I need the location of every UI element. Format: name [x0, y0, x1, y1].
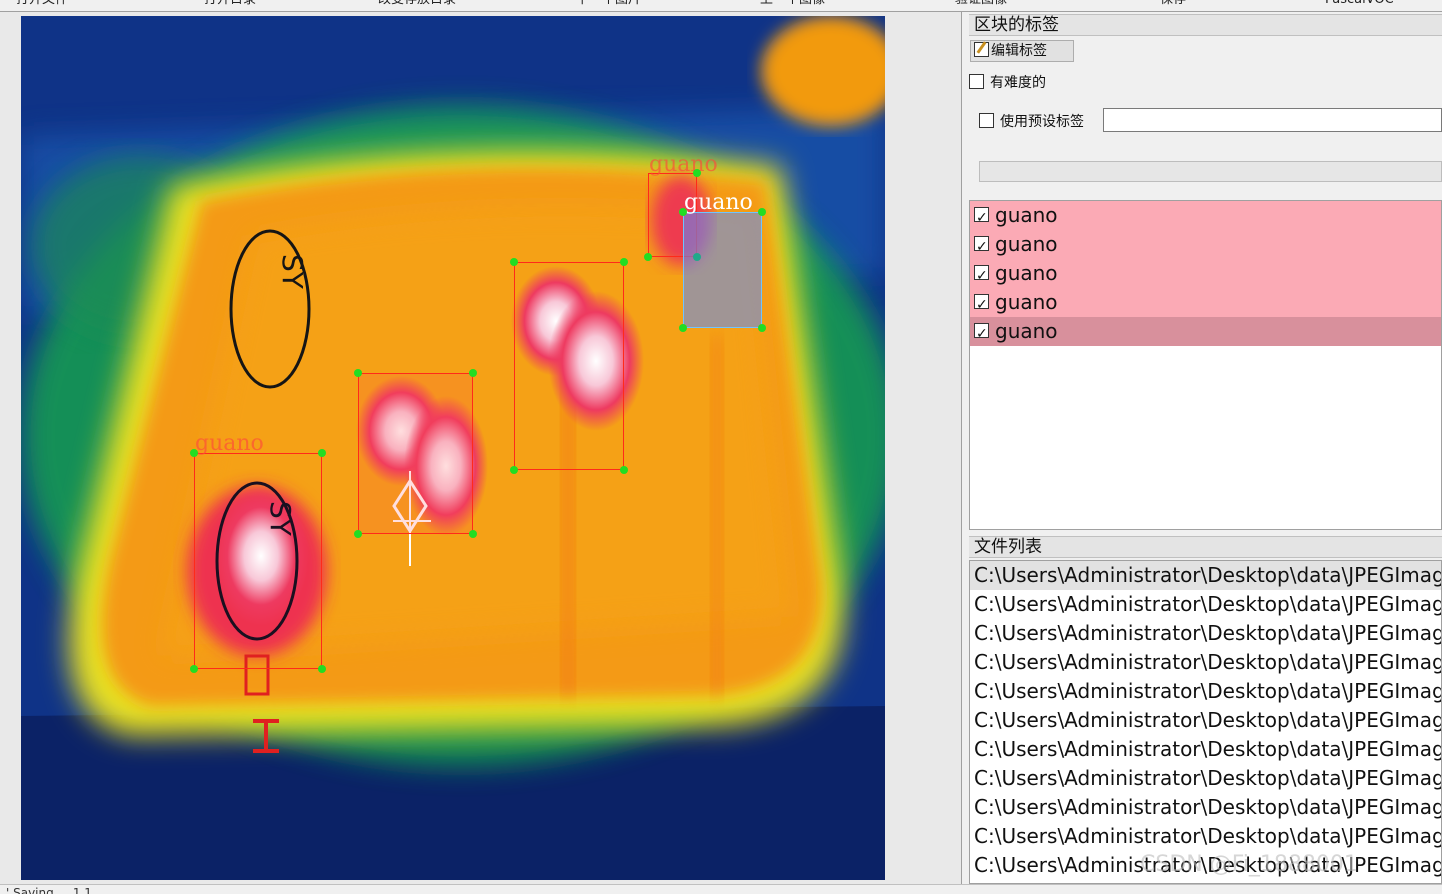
bbox-handle[interactable] [190, 449, 198, 457]
bbox-handle[interactable] [318, 449, 326, 457]
label-name: guano [995, 203, 1058, 227]
svg-text:SY: SY [276, 254, 309, 290]
change-save-dir-button[interactable]: 改变存放目录 [378, 0, 456, 10]
bbox-label: guano [195, 431, 264, 456]
bbox-handle[interactable] [693, 169, 701, 177]
file-list-item[interactable]: C:\Users\Administrator\Desktop\data\JPEG… [970, 793, 1441, 822]
bbox-handle[interactable] [679, 208, 687, 216]
file-list-item[interactable]: C:\Users\Administrator\Desktop\data\JPEG… [970, 590, 1441, 619]
bbox-center [693, 253, 701, 261]
verify-image-button[interactable]: 验证图像 [955, 0, 1007, 10]
difficult-checkbox[interactable] [969, 74, 984, 89]
label-list-item[interactable]: guano [970, 230, 1441, 262]
label-checkbox[interactable] [974, 320, 989, 349]
toolbar: 打开文件 打开目录 改变存放目录 下一个图片 上一个图像 验证图像 保存 Pas… [0, 0, 1442, 12]
edit-label-text: 编辑标签 [991, 43, 1047, 59]
right-panel: 区块的标签 编辑标签 有难度的 使用预设标签 guano guano guano… [965, 12, 1442, 884]
bbox-handle[interactable] [679, 324, 687, 332]
difficult-checkbox-row[interactable]: 有难度的 [969, 72, 1046, 92]
use-default-label-checkbox[interactable] [979, 113, 994, 128]
label-list-item[interactable]: guano [970, 259, 1441, 291]
bbox-handle[interactable] [620, 466, 628, 474]
bbox-handle[interactable] [758, 324, 766, 332]
bbox-label: guano [649, 152, 718, 177]
bbox-handle[interactable] [190, 665, 198, 673]
bbox-label: guano [684, 190, 753, 215]
label-list-item-selected[interactable]: guano [970, 317, 1441, 349]
status-bar: ' Saving ... 1 1 . [0, 884, 1442, 894]
bbox-handle[interactable] [469, 369, 477, 377]
file-list-item[interactable]: C:\Users\Administrator\Desktop\data\JPEG… [970, 561, 1441, 590]
bbox-guano[interactable] [194, 453, 322, 669]
prev-image-button[interactable]: 上一个图像 [760, 0, 825, 10]
file-list[interactable]: C:\Users\Administrator\Desktop\data\JPEG… [969, 560, 1442, 884]
bbox-handle[interactable] [510, 258, 518, 266]
file-list-item[interactable]: C:\Users\Administrator\Desktop\data\JPEG… [970, 648, 1441, 677]
file-list-item[interactable]: C:\Users\Administrator\Desktop\data\JPEG… [970, 677, 1441, 706]
bbox-handle[interactable] [469, 530, 477, 538]
thermal-image[interactable]: SY SY guano guano guano [21, 16, 885, 880]
label-name: guano [995, 290, 1058, 314]
bbox-handle[interactable] [758, 208, 766, 216]
open-file-button[interactable]: 打开文件 [16, 0, 68, 10]
label-list[interactable]: guano guano guano guano guano [969, 200, 1442, 530]
file-list-item[interactable]: C:\Users\Administrator\Desktop\data\JPEG… [970, 619, 1441, 648]
watermark: CSDN @Fi_1888001 [1140, 852, 1358, 877]
label-combo[interactable] [979, 161, 1442, 182]
bbox-handle[interactable] [620, 258, 628, 266]
label-name: guano [995, 319, 1058, 343]
label-checkbox[interactable] [974, 291, 989, 320]
status-text: ' Saving ... 1 1 . [6, 886, 100, 894]
file-list-item[interactable]: C:\Users\Administrator\Desktop\data\JPEG… [970, 735, 1441, 764]
file-list-title: 文件列表 [969, 536, 1442, 558]
bbox-handle[interactable] [510, 466, 518, 474]
box-labels-title: 区块的标签 [969, 14, 1442, 36]
bbox-guano[interactable] [514, 262, 624, 470]
bbox-guano[interactable] [358, 373, 473, 534]
format-button[interactable]: PascalVOC [1325, 0, 1394, 10]
edit-label-button[interactable]: 编辑标签 [970, 40, 1074, 62]
bbox-guano-selected[interactable] [683, 212, 762, 328]
file-list-item[interactable]: C:\Users\Administrator\Desktop\data\JPEG… [970, 764, 1441, 793]
label-list-item[interactable]: guano [970, 201, 1441, 233]
canvas-area[interactable]: SY SY guano guano guano [0, 12, 962, 884]
label-checkbox[interactable] [974, 233, 989, 262]
bbox-handle[interactable] [318, 665, 326, 673]
label-name: guano [995, 261, 1058, 285]
bbox-handle[interactable] [354, 530, 362, 538]
open-dir-button[interactable]: 打开目录 [204, 0, 256, 10]
use-default-label-text: 使用预设标签 [1000, 114, 1084, 130]
bbox-handle[interactable] [644, 253, 652, 261]
difficult-label: 有难度的 [990, 75, 1046, 91]
use-default-label-row[interactable]: 使用预设标签 [979, 111, 1084, 131]
file-list-item[interactable]: C:\Users\Administrator\Desktop\data\JPEG… [970, 822, 1441, 851]
bbox-handle[interactable] [354, 369, 362, 377]
default-label-input[interactable] [1103, 108, 1442, 132]
label-list-item[interactable]: guano [970, 288, 1441, 320]
label-checkbox[interactable] [974, 262, 989, 291]
save-button[interactable]: 保存 [1160, 0, 1186, 10]
file-list-item[interactable]: C:\Users\Administrator\Desktop\data\JPEG… [970, 706, 1441, 735]
next-image-button[interactable]: 下一个图片 [576, 0, 641, 10]
label-checkbox[interactable] [974, 204, 989, 233]
label-name: guano [995, 232, 1058, 256]
edit-icon [974, 42, 989, 57]
